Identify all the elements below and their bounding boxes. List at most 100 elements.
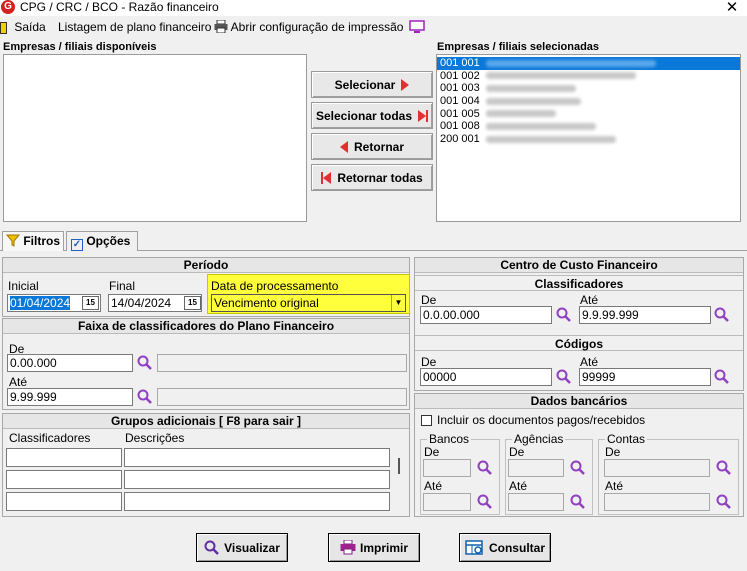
funnel-icon bbox=[5, 234, 21, 247]
include-checkbox[interactable] bbox=[421, 415, 432, 426]
search-icon[interactable] bbox=[556, 307, 572, 323]
grupo-desc-cell[interactable] bbox=[124, 492, 390, 511]
exit-label: Saída bbox=[14, 20, 46, 34]
search-icon[interactable] bbox=[714, 307, 730, 323]
cod-ate-input[interactable]: 99999 bbox=[579, 368, 711, 386]
agencias-de-input[interactable] bbox=[508, 459, 564, 477]
bancarios-panel: Dados bancários Incluir os documentos pa… bbox=[414, 393, 744, 517]
view-label: Visualizar bbox=[224, 540, 280, 555]
grupo-desc-cell[interactable] bbox=[124, 470, 390, 489]
window-title: CPG / CRC / BCO - Razão financeiro bbox=[20, 0, 219, 14]
agencias-ate-label: Até bbox=[509, 479, 528, 493]
col-descricoes: Descrições bbox=[125, 431, 185, 445]
cod-de-input[interactable]: 00000 bbox=[420, 368, 552, 386]
processing-select[interactable]: Vencimento original ▼ bbox=[211, 294, 406, 312]
search-icon[interactable] bbox=[477, 460, 493, 476]
faixa-ate-input[interactable]: 9.99.999 bbox=[7, 388, 133, 406]
contas-ate-label: Até bbox=[605, 479, 624, 493]
faixa-de-description bbox=[157, 354, 407, 372]
tab-options-label: Opções bbox=[86, 234, 131, 248]
selected-list[interactable]: 001 001 001 002 001 003 001 004 001 005 … bbox=[436, 54, 741, 222]
grupos-panel: Grupos adicionais [ F8 para sair ] Class… bbox=[2, 413, 410, 517]
bancos-de-label: De bbox=[424, 445, 440, 459]
agencias-ate-input[interactable] bbox=[508, 493, 564, 511]
title-bar: G CPG / CRC / BCO - Razão financeiro ✕ bbox=[0, 0, 747, 16]
checkbox-icon: ✓ bbox=[71, 239, 83, 251]
back-all-button[interactable]: Retornar todas bbox=[311, 164, 433, 191]
tab-filters[interactable]: Filtros bbox=[2, 231, 64, 251]
print-label: Imprimir bbox=[359, 540, 408, 555]
col-classificadores: Classificadores bbox=[9, 431, 91, 445]
faixa-ate-description bbox=[157, 388, 407, 406]
search-icon[interactable] bbox=[716, 494, 732, 510]
faixa-title: Faixa de classificadores do Plano Financ… bbox=[3, 319, 409, 334]
grupos-title: Grupos adicionais [ F8 para sair ] bbox=[3, 414, 409, 429]
bancos-ate-input[interactable] bbox=[423, 493, 471, 511]
close-button[interactable]: ✕ bbox=[722, 0, 742, 16]
grupo-class-cell[interactable] bbox=[6, 492, 122, 511]
back-label: Retornar bbox=[353, 139, 404, 154]
tab-filters-label: Filtros bbox=[23, 234, 61, 248]
list-item[interactable]: 001 005 bbox=[437, 108, 740, 121]
search-icon[interactable] bbox=[570, 494, 586, 510]
class-de-input[interactable]: 0.0.00.000 bbox=[420, 306, 552, 324]
class-subtitle: Classificadores bbox=[415, 275, 743, 291]
processing-highlight: Data de processamento Vencimento origina… bbox=[207, 274, 410, 314]
list-item[interactable]: 001 004 bbox=[437, 95, 740, 108]
contas-group: Contas De Até bbox=[598, 433, 739, 515]
search-icon[interactable] bbox=[477, 494, 493, 510]
back-button[interactable]: Retornar bbox=[311, 133, 433, 160]
available-list[interactable] bbox=[3, 54, 307, 222]
bancos-ate-label: Até bbox=[424, 479, 443, 493]
select-all-button[interactable]: Selecionar todas bbox=[311, 102, 433, 129]
select-all-label: Selecionar todas bbox=[315, 108, 413, 123]
class-ate-input[interactable]: 9.9.99.999 bbox=[579, 306, 711, 324]
print-config-button[interactable]: Abrir configuração de impressão bbox=[214, 19, 403, 35]
contas-ate-input[interactable] bbox=[604, 493, 710, 511]
exit-icon bbox=[0, 21, 7, 34]
grupo-class-cell[interactable] bbox=[6, 470, 122, 489]
exit-button[interactable]: Saída bbox=[0, 19, 46, 35]
select-label: Selecionar bbox=[334, 77, 396, 92]
available-label: Empresas / filiais disponíveis bbox=[3, 41, 157, 53]
periodo-panel: Período Inicial 01/04/2024 15 Final 14/0… bbox=[2, 257, 410, 317]
arrow-right-end-icon bbox=[418, 109, 429, 122]
print-config-label: Abrir configuração de impressão bbox=[230, 20, 404, 34]
contas-de-label: De bbox=[605, 445, 621, 459]
app-logo-icon: G bbox=[1, 0, 15, 14]
grupo-class-cell[interactable] bbox=[6, 448, 122, 467]
search-icon[interactable] bbox=[570, 460, 586, 476]
search-icon[interactable] bbox=[714, 369, 730, 385]
centro-title: Centro de Custo Financeiro bbox=[415, 258, 743, 273]
search-icon[interactable] bbox=[716, 460, 732, 476]
search-icon[interactable] bbox=[137, 389, 153, 405]
selected-label: Empresas / filiais selecionadas bbox=[437, 41, 600, 53]
scrollbar[interactable] bbox=[398, 458, 400, 474]
list-item[interactable]: 200 001 bbox=[437, 133, 740, 146]
list-item[interactable]: 001 003 bbox=[437, 82, 740, 95]
grupo-desc-cell[interactable] bbox=[124, 448, 390, 467]
search-icon[interactable] bbox=[556, 369, 572, 385]
query-button[interactable]: Consultar bbox=[459, 533, 551, 562]
list-item[interactable]: 001 002 bbox=[437, 70, 740, 83]
centro-panel: Centro de Custo Financeiro Classificador… bbox=[414, 257, 744, 391]
list-item[interactable]: 001 008 bbox=[437, 120, 740, 133]
tab-options[interactable]: ✓ Opções bbox=[66, 231, 138, 251]
screen-button[interactable] bbox=[409, 20, 425, 38]
calendar-icon[interactable]: 15 bbox=[184, 296, 201, 310]
listing-button[interactable]: Listagem de plano financeiro bbox=[58, 19, 211, 35]
search-icon bbox=[204, 540, 219, 555]
agencias-de-label: De bbox=[509, 445, 525, 459]
view-button[interactable]: Visualizar bbox=[196, 533, 288, 562]
select-button[interactable]: Selecionar bbox=[311, 71, 433, 98]
calendar-icon[interactable]: 15 bbox=[82, 296, 99, 310]
faixa-panel: Faixa de classificadores do Plano Financ… bbox=[2, 318, 410, 410]
contas-de-input[interactable] bbox=[604, 459, 710, 477]
bancos-de-input[interactable] bbox=[423, 459, 471, 477]
search-icon[interactable] bbox=[137, 355, 153, 371]
periodo-title: Período bbox=[3, 258, 409, 273]
faixa-de-input[interactable]: 0.00.000 bbox=[7, 354, 133, 372]
list-item[interactable]: 001 001 bbox=[437, 57, 740, 70]
bancos-group: Bancos De Até bbox=[420, 433, 500, 515]
print-button[interactable]: Imprimir bbox=[328, 533, 420, 562]
